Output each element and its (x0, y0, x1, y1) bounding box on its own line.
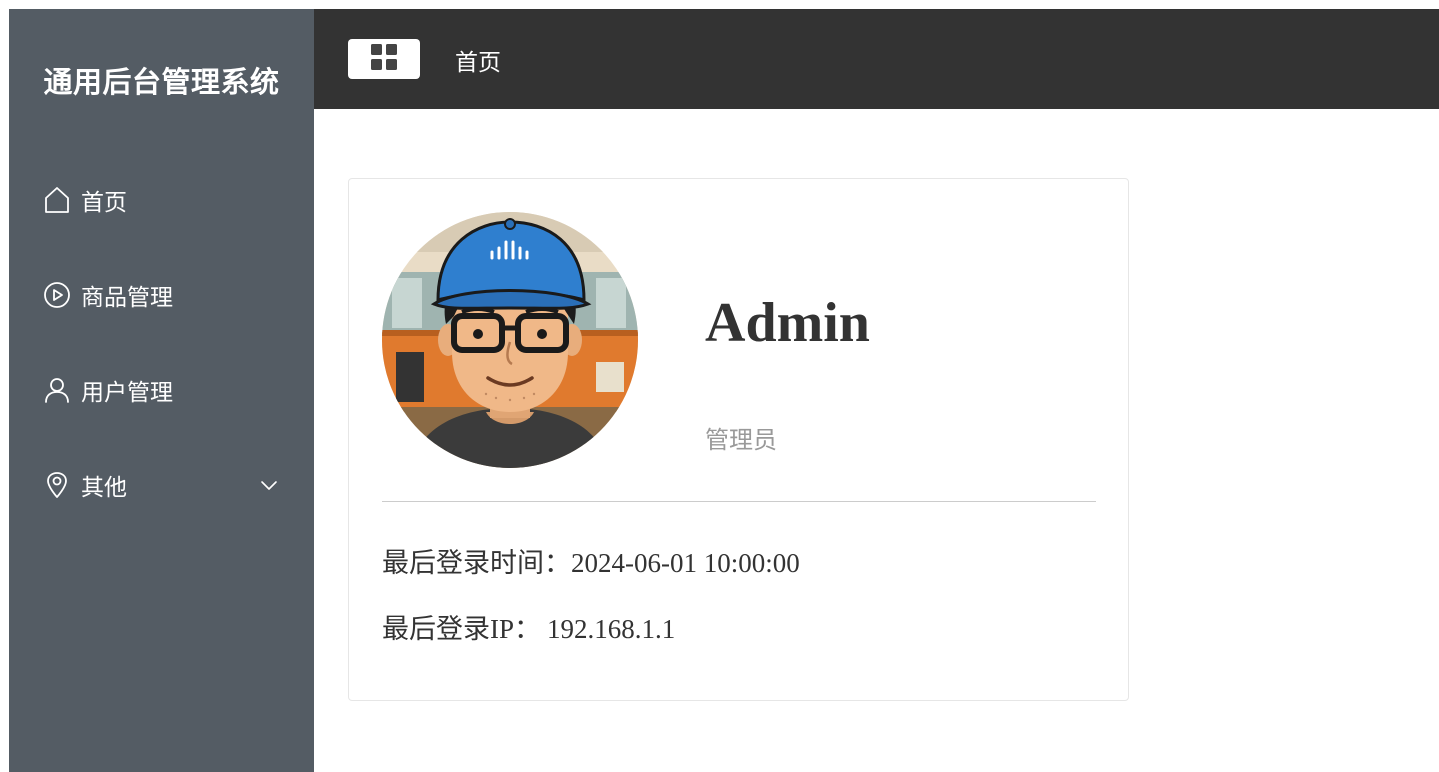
user-profile-card: Admin 管理员 最后登录时间：2024-06-01 10:00:00 最后登… (348, 178, 1129, 701)
top-header: 首页 (314, 9, 1439, 109)
user-name: Admin (705, 292, 870, 354)
sidebar-item-label: 商品管理 (81, 285, 173, 311)
chevron-down-icon[interactable] (257, 473, 281, 497)
play-circle-icon (43, 281, 71, 309)
last-login-ip-label: 最后登录IP： (382, 614, 542, 644)
app-root: 通用后台管理系统 首页 商品管理 用户管理 其他 首页 Admin 管理员 最后… (9, 9, 1439, 772)
location-icon (43, 471, 71, 499)
user-role: 管理员 (705, 426, 777, 454)
sidebar: 通用后台管理系统 首页 商品管理 用户管理 其他 (9, 9, 314, 772)
breadcrumb-home[interactable]: 首页 (455, 43, 501, 77)
sidebar-item-label: 其他 (81, 475, 127, 501)
user-icon (43, 376, 71, 404)
last-login-ip-value: 192.168.1.1 (547, 614, 676, 644)
grid-menu-icon (370, 43, 398, 75)
last-login-time-value: 2024-06-01 10:00:00 (571, 548, 800, 578)
home-icon (43, 186, 71, 214)
sidebar-item-users[interactable]: 用户管理 (9, 362, 314, 418)
last-login-time-row: 最后登录时间：2024-06-01 10:00:00 (382, 541, 800, 580)
app-title: 通用后台管理系统 (43, 65, 280, 99)
sidebar-item-label: 用户管理 (81, 380, 173, 406)
divider (382, 501, 1096, 502)
menu-toggle-button[interactable] (348, 39, 420, 79)
sidebar-item-home[interactable]: 首页 (9, 172, 314, 228)
sidebar-item-goods[interactable]: 商品管理 (9, 267, 314, 323)
last-login-ip-row: 最后登录IP： 192.168.1.1 (382, 607, 675, 646)
sidebar-item-label: 首页 (81, 190, 127, 216)
sidebar-item-other[interactable]: 其他 (9, 457, 314, 513)
last-login-time-label: 最后登录时间： (382, 548, 571, 578)
avatar (382, 212, 638, 468)
